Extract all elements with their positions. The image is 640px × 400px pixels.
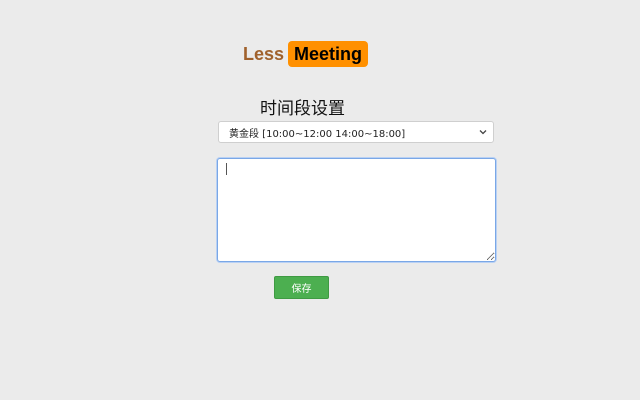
- options-page: Less Meeting 时间段设置 黄金段 [10:00~12:00 14:0…: [0, 0, 640, 400]
- save-button[interactable]: 保存: [274, 276, 329, 299]
- logo-text-meeting: Meeting: [288, 41, 369, 67]
- time-period-textarea[interactable]: [217, 158, 496, 262]
- time-period-select[interactable]: 黄金段 [10:00~12:00 14:00~18:00]: [218, 121, 494, 143]
- section-title: 时间段设置: [260, 99, 345, 119]
- text-caret: [226, 163, 227, 175]
- chevron-down-icon: [479, 130, 487, 135]
- app-logo: Less Meeting: [243, 41, 369, 67]
- logo-text-less: Less: [243, 43, 285, 64]
- time-period-selected-value: 黄金段 [10:00~12:00 14:00~18:00]: [229, 128, 406, 140]
